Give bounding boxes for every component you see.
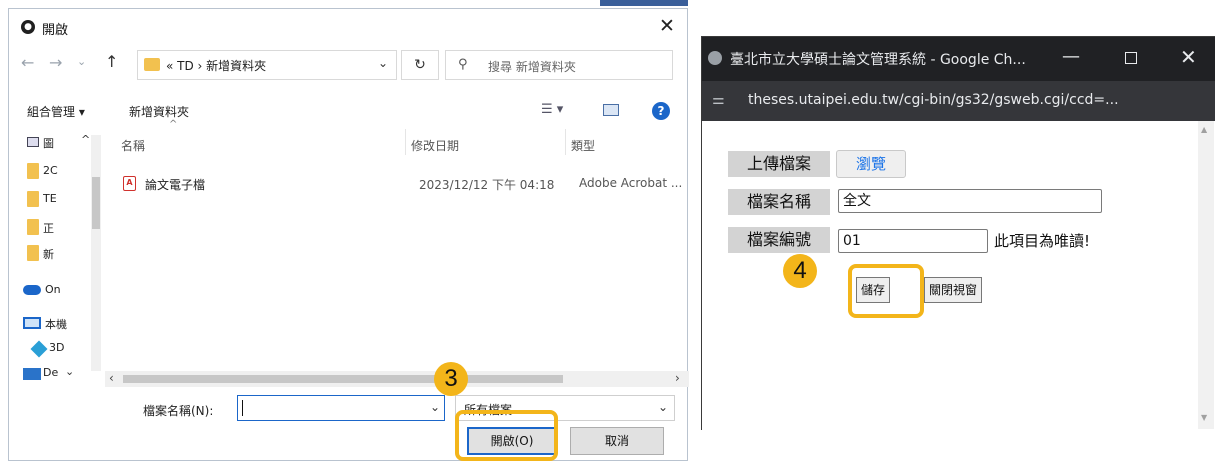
cancel-button[interactable]: 取消 [570,427,664,455]
open-file-dialog: ● 開啟 ✕ ← → ⌄ ↑ « TD › 新增資料夾 ⌄ ↻ ⚲ 搜尋 新增資… [8,8,689,461]
chrome-titlebar: 臺北市立大學碩士論文管理系統 - Google Ch... — ✕ [702,37,1215,81]
pictures-icon [27,137,39,147]
site-settings-icon[interactable]: ⚌ [712,92,725,108]
file-name-field[interactable]: 全文 [838,189,1102,213]
scrollbar-thumb[interactable] [123,375,563,383]
help-icon[interactable]: ? [652,102,670,120]
url-text: theses.utaipei.edu.tw/cgi-bin/gs32/gsweb… [748,92,1119,108]
upload-label: 上傳檔案 [728,151,830,177]
save-button-highlight [848,264,924,318]
onedrive-icon [23,285,41,295]
search-placeholder: 搜尋 新增資料夾 [488,60,576,74]
expand-caret-icon[interactable]: ⌄ [65,365,74,378]
column-header-modified[interactable]: 修改日期 [411,137,459,154]
chevron-down-icon[interactable]: ⌄ [378,56,388,70]
desktop-icon [23,368,41,380]
file-name-label: 檔案名稱 [728,189,830,215]
address-bar-row: ← → ⌄ ↑ « TD › 新增資料夾 ⌄ ↻ ⚲ 搜尋 新增資料夾 [9,49,689,83]
search-input[interactable]: ⚲ 搜尋 新增資料夾 [445,50,673,80]
back-arrow-icon[interactable]: ← [21,53,34,72]
column-header-type[interactable]: 類型 [571,137,595,154]
scrollbar-thumb[interactable] [92,177,100,229]
chrome-icon: ● [21,20,35,34]
folder-icon [27,245,39,261]
chrome-popup-window: 臺北市立大學碩士論文管理系統 - Google Ch... — ✕ ⚌ thes… [701,36,1215,431]
close-icon[interactable]: ✕ [1180,45,1197,69]
site-favicon-icon [708,51,722,65]
scroll-up-icon[interactable]: ▲ [1201,125,1207,134]
refresh-icon[interactable]: ↻ [401,50,439,80]
filename-input[interactable]: ⌄ [237,395,445,421]
file-type: Adobe Acrobat ... [579,176,683,190]
folder-icon [144,58,160,71]
file-modified: 2023/12/12 下午 04:18 [419,178,555,192]
maximize-icon[interactable] [1125,52,1137,64]
horizontal-scrollbar[interactable]: ‹ › [105,371,689,387]
page-scrollbar[interactable]: ▲ ▼ [1198,121,1214,429]
sort-caret-icon: ^ [169,119,178,130]
filename-label: 檔案名稱(N): [143,404,214,418]
url-bar[interactable]: ⚌ theses.utaipei.edu.tw/cgi-bin/gs32/gsw… [702,81,1215,121]
folder-icon [27,219,39,235]
minimize-icon[interactable]: — [1062,46,1080,67]
new-folder-button[interactable]: 新增資料夾 [129,103,189,120]
column-divider [565,129,566,155]
path-text: « TD › 新增資料夾 [166,59,267,73]
recent-chevron-icon[interactable]: ⌄ [77,55,86,68]
scroll-down-icon[interactable]: ▼ [1201,413,1207,422]
view-options-icon[interactable]: ☰ ▾ [541,102,563,117]
open-button-highlight [455,410,558,461]
organize-menu[interactable]: 組合管理 ▾ [27,103,85,120]
step-marker-3: 3 [434,362,468,396]
column-divider [405,129,406,155]
file-name: 論文電子檔 [145,178,206,192]
close-window-button[interactable]: 關閉視窗 [924,277,982,303]
pc-icon [23,317,41,329]
readonly-note: 此項目為唯讀! [994,232,1091,250]
chevron-down-icon[interactable]: ⌄ [658,400,668,414]
nav-item-label[interactable]: TE [43,192,93,205]
nav-scrollbar[interactable] [91,135,101,371]
background-window-edge [600,0,688,6]
command-bar: 組合管理 ▾ 新增資料夾 ☰ ▾ ? [9,95,689,125]
path-breadcrumb[interactable]: « TD › 新增資料夾 ⌄ [137,50,397,80]
pdf-icon: A [123,176,136,191]
file-number-label: 檔案編號 [728,227,830,253]
nav-item-label[interactable]: 新 [43,246,93,262]
nav-item-label[interactable]: 正 [43,220,93,236]
close-icon[interactable]: ✕ [659,15,675,37]
scroll-left-icon[interactable]: ‹ [109,371,114,385]
text-caret [242,400,243,416]
dialog-titlebar: ● 開啟 ✕ [9,9,689,45]
up-arrow-icon[interactable]: ↑ [105,52,118,71]
nav-item-label[interactable]: 本機 [45,316,95,332]
step-marker-4: 4 [783,254,817,288]
nav-item-label[interactable]: 2C [43,164,93,177]
nav-item-label[interactable]: De [43,366,63,379]
3d-objects-icon [30,340,48,358]
dialog-title: 開啟 [42,23,69,38]
column-header-name[interactable]: 名稱 [121,137,145,154]
scroll-right-icon[interactable]: › [675,371,680,385]
window-title: 臺北市立大學碩士論文管理系統 - Google Ch... [730,52,1026,68]
folder-icon [27,163,39,179]
chevron-down-icon[interactable]: ⌄ [430,400,440,414]
browse-button[interactable]: 瀏覽 [836,150,906,178]
folder-icon [27,191,39,207]
forward-arrow-icon[interactable]: → [49,53,62,72]
nav-item-label[interactable]: On [45,283,95,296]
file-number-field: 01 [838,229,988,253]
search-icon: ⚲ [458,57,468,72]
collapse-caret-icon[interactable]: ^ [81,133,90,146]
preview-pane-icon[interactable] [603,104,619,116]
file-row[interactable]: A 論文電子檔 2023/12/12 下午 04:18 Adobe Acroba… [119,173,689,195]
